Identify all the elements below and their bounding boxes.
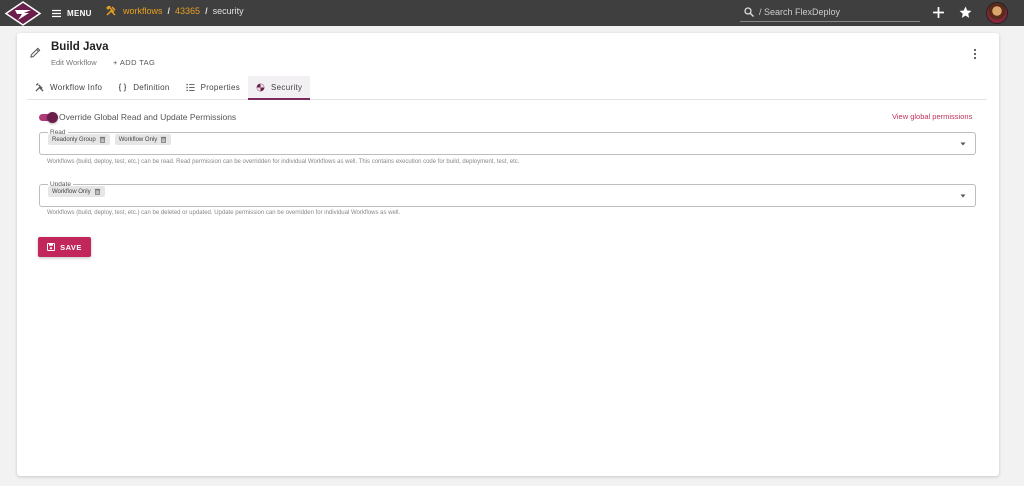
read-chips: Readonly Group Workflow Only <box>48 134 967 145</box>
breadcrumb-current: security <box>212 6 244 16</box>
read-permissions-select[interactable]: Read Readonly Group Workflow Only <box>39 129 976 155</box>
chip-workflow-only: Workflow Only <box>114 134 172 145</box>
save-button[interactable]: SAVE <box>38 237 91 257</box>
tools-icon <box>106 6 116 16</box>
menu-label: MENU <box>67 8 92 18</box>
update-permissions-select[interactable]: Update Workflow Only <box>39 181 976 207</box>
floppy-disk-icon <box>47 243 56 251</box>
update-chips: Workflow Only <box>48 186 967 197</box>
add-tag-button[interactable]: + ADD TAG <box>113 58 155 67</box>
tab-definition[interactable]: Definition <box>110 76 177 99</box>
tab-label: Security <box>271 82 303 92</box>
tab-properties[interactable]: Properties <box>178 76 248 99</box>
breadcrumb-workflows[interactable]: workflows <box>123 6 163 16</box>
trash-icon[interactable] <box>94 188 101 195</box>
toggle-thumb <box>47 112 58 123</box>
workflow-card: Build Java Edit Workflow + ADD TAG Workf… <box>17 33 999 476</box>
tools-icon <box>35 83 44 92</box>
tab-label: Properties <box>200 83 241 92</box>
top-bar: MENU workflows / 43365 / security <box>0 0 1024 26</box>
tab-security[interactable]: Security <box>248 76 311 100</box>
chip-label: Workflow Only <box>118 136 158 143</box>
chip-workflow-only: Workflow Only <box>48 186 105 197</box>
search-input[interactable] <box>759 7 909 17</box>
breadcrumb-workflow-id[interactable]: 43365 <box>175 6 200 16</box>
search-icon <box>744 7 754 17</box>
read-hint: Workflows (build, deploy, test, etc.) ca… <box>47 159 520 165</box>
star-icon[interactable] <box>959 6 972 19</box>
breadcrumb-separator: / <box>167 6 171 16</box>
shield-icon <box>256 83 265 91</box>
breadcrumb-separator: / <box>205 6 208 16</box>
trash-icon[interactable] <box>160 136 167 143</box>
hamburger-icon <box>52 9 61 17</box>
menu-button[interactable]: MENU <box>52 5 92 21</box>
pencil-icon[interactable] <box>30 47 41 58</box>
list-icon <box>186 83 195 92</box>
flexdeploy-logo[interactable] <box>4 1 42 26</box>
override-permissions-label: Override Global Read and Update Permissi… <box>59 112 237 122</box>
save-label: SAVE <box>60 242 82 252</box>
search-box[interactable] <box>740 3 920 22</box>
tab-label: Definition <box>133 83 170 92</box>
trash-icon[interactable] <box>99 136 106 143</box>
tab-label: Workflow Info <box>50 83 103 92</box>
chevron-down-icon <box>960 142 966 146</box>
chip-label: Workflow Only <box>52 188 91 195</box>
more-vertical-icon[interactable] <box>972 48 978 60</box>
plus-icon[interactable] <box>932 6 945 19</box>
tab-bar: Workflow Info Definition Properties Secu… <box>27 76 987 100</box>
avatar[interactable] <box>986 2 1008 24</box>
update-hint: Workflows (build, deploy, test, etc.) ca… <box>47 210 401 216</box>
page-title: Build Java <box>51 41 109 53</box>
breadcrumb: workflows / 43365 / security <box>106 6 244 16</box>
override-permissions-toggle[interactable] <box>39 112 58 123</box>
chip-label: Readonly Group <box>52 136 96 143</box>
chevron-down-icon <box>960 194 966 198</box>
tab-workflow-info[interactable]: Workflow Info <box>27 76 110 99</box>
chip-readonly-group: Readonly Group <box>48 134 110 145</box>
page-subtitle: Edit Workflow <box>51 58 97 67</box>
view-global-permissions-link[interactable]: View global permissions <box>892 112 972 121</box>
braces-icon <box>119 83 127 92</box>
